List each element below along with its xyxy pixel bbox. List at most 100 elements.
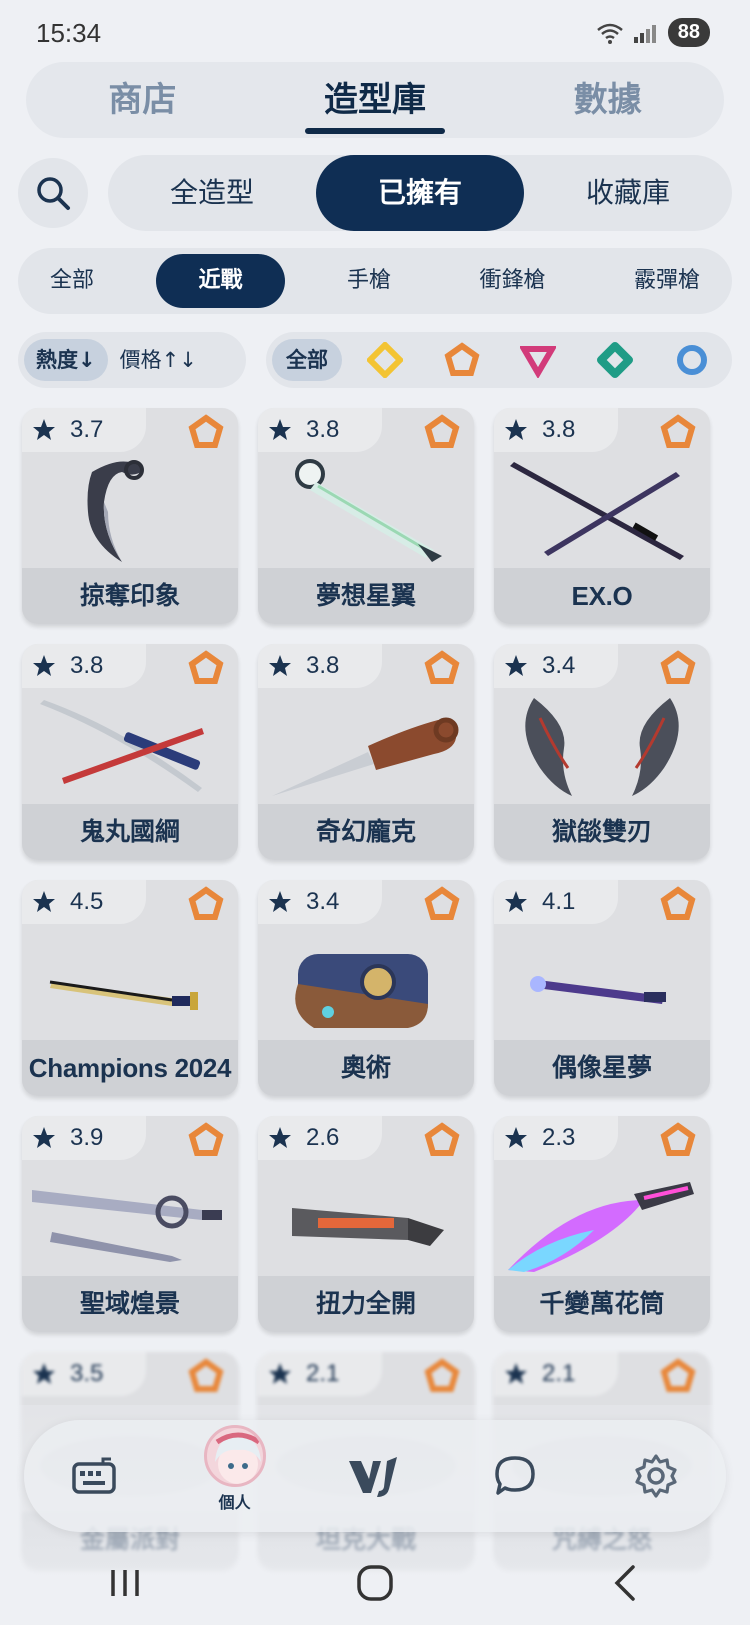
pentagon-tier-icon <box>660 414 696 448</box>
recents-button[interactable] <box>95 1553 155 1613</box>
skin-card[interactable]: 3.9 聖域煌景 <box>22 1116 238 1332</box>
status-icons: 88 <box>596 18 710 47</box>
skin-card[interactable]: 3.4 獄燄雙刃 <box>494 644 710 860</box>
nav-profile-label: 個人 <box>218 1493 251 1512</box>
tab-favorites[interactable]: 收藏庫 <box>524 155 732 231</box>
skin-artwork <box>49 980 198 1010</box>
weapon-tab-pistol[interactable]: 手槍 <box>321 254 417 308</box>
tab-collection[interactable]: 造型庫 <box>285 62 465 138</box>
tab-all-skins[interactable]: 全造型 <box>108 155 316 231</box>
tier-all-button[interactable]: 全部 <box>272 339 342 381</box>
star-icon <box>269 655 291 676</box>
search-icon <box>37 177 70 210</box>
sort-heat-button[interactable]: 熱度↓ <box>24 339 108 381</box>
skin-card[interactable]: 3.7 掠奪印象 <box>22 408 238 624</box>
weapon-tab-shotgun[interactable]: 霰彈槍 <box>608 254 726 308</box>
rating-value: 3.5 <box>70 1360 104 1387</box>
pentagon-tier-icon <box>188 1358 224 1392</box>
rating-value: 4.5 <box>70 888 104 915</box>
system-nav <box>0 1540 750 1625</box>
battery-indicator: 88 <box>667 18 710 47</box>
skin-rating: 3.8 <box>22 644 146 688</box>
sort-options: 熱度↓ 價格↑↓ <box>18 332 246 388</box>
pentagon-tier-icon <box>660 1358 696 1392</box>
skin-card[interactable]: 2.3 千變萬花筒 <box>494 1116 710 1332</box>
skin-card[interactable]: 4.5 Champions 2024 <box>22 880 238 1096</box>
bottom-nav: 個人 <box>24 1420 726 1532</box>
search-button[interactable] <box>18 158 88 228</box>
nav-profile[interactable]: 個人 <box>190 1425 280 1521</box>
nav-settings[interactable] <box>611 1431 701 1521</box>
skin-artwork <box>530 976 666 1004</box>
skin-card[interactable]: 3.8 鬼丸國綱 <box>22 644 238 860</box>
tab-stats[interactable]: 數據 <box>518 62 698 138</box>
skin-card[interactable]: 2.6 扭力全開 <box>258 1116 474 1332</box>
rating-value: 4.1 <box>542 888 576 915</box>
skin-card[interactable]: 3.8 奇幻龐克 <box>258 644 474 860</box>
skin-artwork <box>87 460 144 562</box>
skin-name: 獄燄雙刃 <box>494 804 710 860</box>
weapon-tab-smg[interactable]: 衝鋒槍 <box>453 254 571 308</box>
nav-chat[interactable] <box>470 1431 560 1521</box>
pentagon-tier-icon <box>188 1122 224 1156</box>
nav-home[interactable] <box>330 1431 420 1521</box>
star-icon <box>505 1363 527 1384</box>
tab-owned[interactable]: 已擁有 <box>316 155 524 231</box>
star-icon <box>269 1127 291 1148</box>
skin-name: 千變萬花筒 <box>494 1276 710 1332</box>
skin-rating: 3.8 <box>258 408 382 452</box>
pentagon-tier-icon <box>660 650 696 684</box>
skin-name: Champions 2024 <box>22 1040 238 1096</box>
star-icon <box>505 1127 527 1148</box>
circle-tier-icon[interactable] <box>672 340 712 380</box>
skin-rating: 3.7 <box>22 408 146 452</box>
rhombus-tier-icon[interactable] <box>595 340 635 380</box>
skin-name: 奇幻龐克 <box>258 804 474 860</box>
weapon-tab-melee[interactable]: 近戰 <box>156 254 285 308</box>
star-icon <box>505 655 527 676</box>
skin-card[interactable]: 3.4 奧術 <box>258 880 474 1096</box>
skin-rating: 2.1 <box>494 1352 618 1396</box>
rating-value: 3.8 <box>542 416 576 443</box>
skin-rating: 3.5 <box>22 1352 146 1396</box>
skin-artwork <box>272 717 459 796</box>
sort-price-button[interactable]: 價格↑↓ <box>108 339 209 381</box>
skin-name: 偶像星夢 <box>494 1040 710 1096</box>
recents-icon <box>111 1569 139 1596</box>
pentagon-tier-icon[interactable] <box>442 340 482 380</box>
nav-keyboard[interactable] <box>49 1431 139 1521</box>
back-button[interactable] <box>595 1553 655 1613</box>
rating-value: 2.1 <box>542 1360 576 1387</box>
pentagon-tier-icon <box>424 414 460 448</box>
rating-value: 2.1 <box>306 1360 340 1387</box>
home-button[interactable] <box>345 1553 405 1613</box>
rating-value: 3.8 <box>70 652 104 679</box>
home-icon <box>357 1564 393 1601</box>
skin-card[interactable]: 4.1 偶像星夢 <box>494 880 710 1096</box>
skin-name: 扭力全開 <box>258 1276 474 1332</box>
skin-rating: 4.1 <box>494 880 618 924</box>
pentagon-tier-icon <box>188 886 224 920</box>
rating-value: 3.9 <box>70 1124 104 1151</box>
skin-card[interactable]: 3.8 EX.O <box>494 408 710 624</box>
triangle-tier-icon[interactable] <box>518 340 558 380</box>
skin-card[interactable]: 3.8 夢想星翼 <box>258 408 474 624</box>
tab-shop[interactable]: 商店 <box>52 62 232 138</box>
skin-artwork <box>525 698 679 796</box>
skin-rating: 2.6 <box>258 1116 382 1160</box>
weapon-tab-all[interactable]: 全部 <box>24 254 120 308</box>
skin-artwork <box>32 1190 222 1262</box>
pentagon-tier-icon <box>188 414 224 448</box>
back-icon <box>614 1564 635 1601</box>
tier-filter: 全部 <box>266 332 732 388</box>
pentagon-tier-icon <box>660 886 696 920</box>
chat-icon <box>495 1456 536 1495</box>
top-tabs: 商店 造型庫 數據 <box>26 62 724 138</box>
pentagon-tier-icon <box>424 650 460 684</box>
skin-rating: 3.4 <box>258 880 382 924</box>
star-icon <box>505 891 527 912</box>
diamond-tier-icon[interactable] <box>365 340 405 380</box>
skin-name: 夢想星翼 <box>258 568 474 624</box>
rating-value: 3.8 <box>306 416 340 443</box>
skin-rating: 3.9 <box>22 1116 146 1160</box>
